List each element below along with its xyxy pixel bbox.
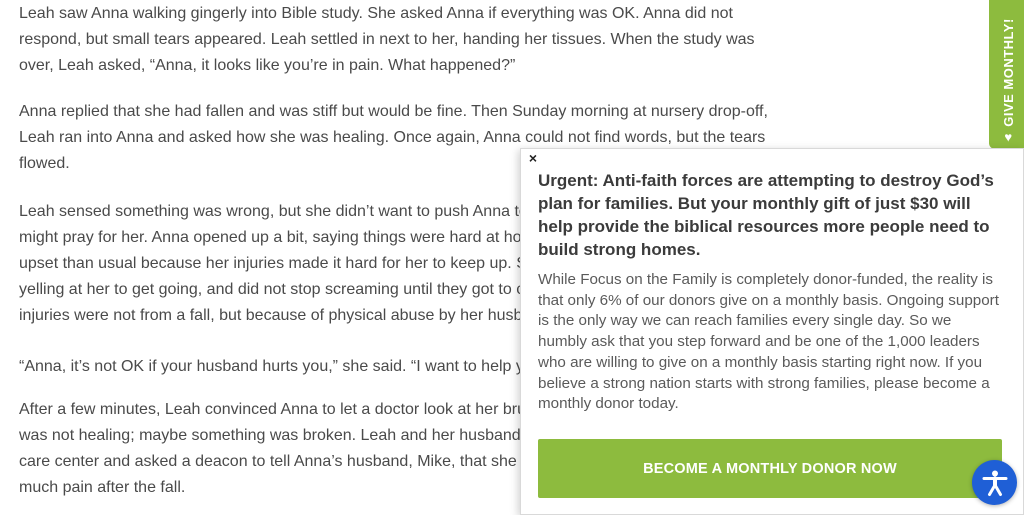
accessibility-icon	[982, 470, 1007, 496]
give-monthly-tab[interactable]: ♥ GIVE MONTHLY!	[989, 0, 1024, 149]
article-paragraph-1: Leah saw Anna walking gingerly into Bibl…	[19, 1, 759, 79]
give-monthly-label: GIVE MONTHLY!	[1000, 18, 1016, 127]
page: Leah saw Anna walking gingerly into Bibl…	[0, 0, 1024, 515]
popup-headline: Urgent: Anti-faith forces are attempting…	[538, 171, 994, 259]
accessibility-button[interactable]	[972, 460, 1017, 505]
article-line: Anna replied that she had fallen and was…	[19, 103, 768, 120]
close-icon[interactable]: ×	[526, 150, 540, 166]
donation-popup: × Urgent: Anti-faith forces are attempti…	[520, 148, 1024, 515]
article-line: respond, but small tears appeared. Leah …	[19, 31, 755, 48]
article-line: Leah saw Anna walking gingerly into Bibl…	[19, 5, 733, 22]
popup-body-text: While Focus on the Family is completely …	[538, 271, 999, 413]
article-line: over, Leah asked, “Anna, it looks like y…	[19, 57, 516, 74]
heart-icon: ♥	[1003, 129, 1013, 145]
become-monthly-donor-button[interactable]: BECOME A MONTHLY DONOR NOW	[538, 439, 1002, 498]
give-monthly-tab-content: ♥ GIVE MONTHLY!	[1000, 18, 1016, 145]
